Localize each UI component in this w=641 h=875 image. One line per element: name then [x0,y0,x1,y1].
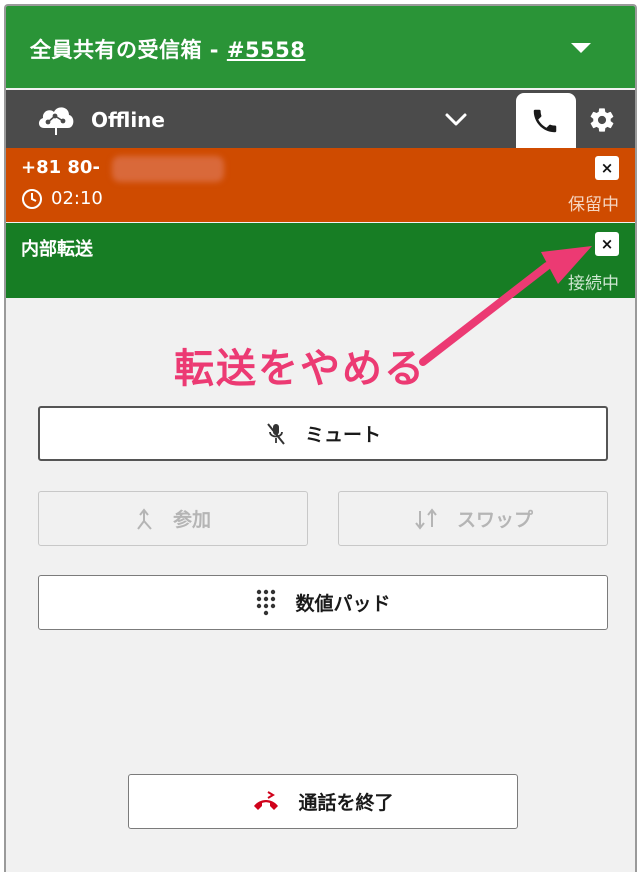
swap-button-label: スワップ [456,509,533,531]
held-call-row: +81 80- 02:10 × 保留中 [6,148,635,222]
call-state-label: 保留中 [568,195,619,215]
queue-title: 全員共有の受信箱 - #5558 [30,34,305,64]
agent-status-label: Offline [91,108,165,132]
chevron-down-icon[interactable] [444,112,468,128]
queue-header[interactable]: 全員共有の受信箱 - #5558 [6,6,635,88]
keypad-button-label: 数値パッド [295,593,391,615]
hangup-icon [254,790,279,810]
tab-phone[interactable] [516,93,576,148]
annotation-text: 転送をやめる [174,346,426,392]
merge-arrow-icon [137,507,152,530]
redacted-number [112,156,224,182]
caret-down-icon[interactable] [571,43,591,53]
caller-number: +81 80- [21,157,100,178]
queue-number-link[interactable]: #5558 [227,38,306,62]
internal-transfer-row: 内部転送 × 接続中 [6,223,635,298]
end-call-button-label: 通話を終了 [298,792,394,814]
ccp-panel: 全員共有の受信箱 - #5558 Offline +81 80- 02:10 ×… [4,4,637,872]
swap-button[interactable]: スワップ [338,491,608,546]
transfer-label: 内部転送 [21,239,93,260]
queue-title-prefix: 全員共有の受信箱 - [30,38,227,62]
mute-button-label: ミュート [304,424,381,446]
phone-icon [533,109,557,133]
close-held-call-button[interactable]: × [595,156,619,180]
end-call-button[interactable]: 通話を終了 [128,774,518,829]
clock-icon [22,189,42,209]
join-button[interactable]: 参加 [38,491,308,546]
join-button-label: 参加 [172,509,211,531]
cloud-network-icon [38,107,74,135]
mute-button[interactable]: ミュート [38,406,608,461]
swap-arrows-icon [415,507,437,530]
dialpad-icon [257,589,276,615]
gear-icon[interactable] [588,106,616,134]
agent-status-bar: Offline [6,90,635,148]
transfer-state-label: 接続中 [568,274,619,294]
cancel-transfer-button[interactable]: × [595,232,619,256]
mic-off-icon [267,422,285,445]
call-timer: 02:10 [51,188,103,209]
keypad-button[interactable]: 数値パッド [38,575,608,630]
